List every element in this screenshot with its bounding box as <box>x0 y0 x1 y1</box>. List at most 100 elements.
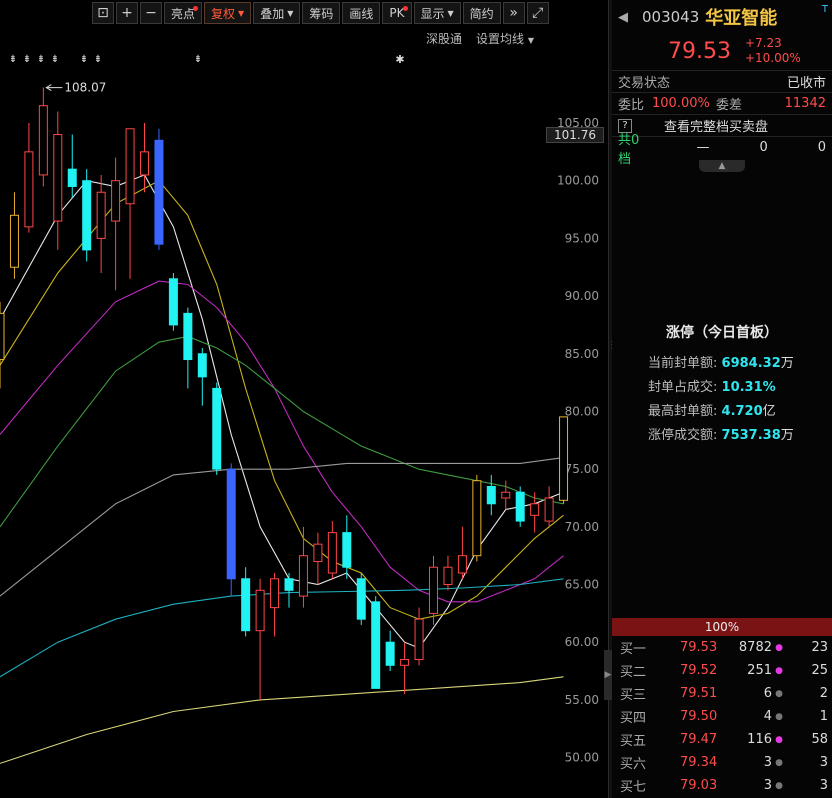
y-tick-label: 100.00 <box>557 174 599 188</box>
candle[interactable] <box>400 642 410 695</box>
candle[interactable] <box>53 111 63 250</box>
overlay-button[interactable]: 叠加 ▼ <box>253 2 301 24</box>
dot-icon: ● <box>775 642 783 653</box>
kline-chart[interactable]: 105.00100.0095.0090.0085.0080.0075.0070.… <box>0 0 608 798</box>
candle-body <box>212 387 222 470</box>
bid-row[interactable]: 买七 79.03 3 ● 3 <box>612 774 832 797</box>
candle[interactable] <box>38 87 48 187</box>
candle-body <box>414 618 424 661</box>
candle-body <box>96 191 106 239</box>
candle[interactable] <box>342 515 352 579</box>
candle[interactable] <box>501 480 511 510</box>
candle[interactable] <box>111 157 121 291</box>
bid-row[interactable]: 买二 79.52 251 ● 25 <box>612 659 832 682</box>
candle-body <box>183 312 193 361</box>
price-change-pct: +10.00% <box>744 51 801 65</box>
candle-body <box>515 491 525 522</box>
ma-line <box>0 676 564 764</box>
fullscreen-icon[interactable]: ⤢ <box>526 2 549 24</box>
full-book-link[interactable]: 查看完整档买卖盘 <box>664 116 768 135</box>
candle[interactable] <box>371 596 381 689</box>
candle[interactable] <box>82 169 92 262</box>
bid-row[interactable]: 买一 79.53 8782 ● 23 <box>612 636 832 659</box>
simple-button[interactable]: 简约 <box>462 2 501 24</box>
candle[interactable] <box>197 348 207 406</box>
bid-price: 79.03 <box>680 778 718 793</box>
candle[interactable] <box>385 630 395 672</box>
candle[interactable] <box>0 301 5 389</box>
bid-row[interactable]: 买四 79.50 4 ● 1 <box>612 705 832 728</box>
candle[interactable] <box>168 273 178 331</box>
bid-price: 79.53 <box>680 640 718 655</box>
candle[interactable] <box>356 573 366 625</box>
total-levels-label: 共0档 <box>618 132 640 167</box>
quote-panel: ◀ 003043 华亚智能 T 79.53 +7.23 +10.00% 交易状态… <box>612 0 832 798</box>
candle[interactable] <box>140 123 149 193</box>
candle-body <box>270 578 280 609</box>
chips-button[interactable]: 筹码 <box>302 2 341 24</box>
bid-row[interactable]: 买六 79.34 3 ● 3 <box>612 751 832 774</box>
candle[interactable] <box>241 567 251 637</box>
candle-body <box>313 543 323 562</box>
event-marker-icon: ⇟ <box>23 54 31 65</box>
bid-ratio-label: 委比 <box>618 98 645 113</box>
highlight-button[interactable]: 亮点 <box>164 2 203 24</box>
expand-up-icon[interactable]: ▲ <box>699 160 745 172</box>
candle-body <box>472 480 482 557</box>
display-button[interactable]: 显示 ▼ <box>413 2 461 24</box>
candle[interactable] <box>298 526 308 608</box>
candle[interactable] <box>284 573 294 608</box>
candle[interactable] <box>559 416 569 504</box>
bid-price: 79.52 <box>680 663 718 678</box>
lock-icon[interactable]: ⊡ <box>92 2 114 24</box>
bid-volume: 4 <box>763 709 772 724</box>
candle[interactable] <box>255 578 265 700</box>
candle[interactable] <box>183 307 193 389</box>
candle-body <box>443 566 453 586</box>
candle[interactable] <box>67 134 77 198</box>
draw-line-button[interactable]: 画线 <box>342 2 381 24</box>
candle[interactable] <box>154 128 164 250</box>
prev-stock-icon[interactable]: ◀ <box>618 10 628 25</box>
zoom-out-icon[interactable]: − <box>140 2 162 24</box>
limit-row: 涨停成交额: 7537.38万 <box>648 428 794 443</box>
candle[interactable] <box>486 474 496 516</box>
candle[interactable] <box>429 555 438 625</box>
y-tick-label: 55.00 <box>565 693 599 707</box>
ma-setting-link[interactable]: 设置均线 ▼ <box>476 30 534 47</box>
candle-body <box>140 151 149 176</box>
price-change: +7.23 <box>744 36 782 50</box>
zoom-in-icon[interactable]: + <box>116 2 138 24</box>
collapse-arrow-icon[interactable]: ▶ <box>604 650 612 700</box>
candle[interactable] <box>125 128 135 279</box>
candle[interactable] <box>443 555 453 591</box>
candle[interactable] <box>515 486 525 527</box>
restore-rights-button[interactable]: 复权 ▼ <box>204 2 252 24</box>
bid-order-count: 3 <box>819 778 828 793</box>
kline-chart-pane[interactable]: 105.00 100.00 95.00 90.00 85.00 80.00 75.00 70.… <box>0 0 610 798</box>
total-dash: — <box>696 140 710 155</box>
candle[interactable] <box>24 123 34 233</box>
candle[interactable] <box>544 486 554 527</box>
candle[interactable] <box>327 521 337 579</box>
dot-icon: ● <box>775 688 783 699</box>
shengu-tong-link[interactable]: 深股通 <box>426 30 462 47</box>
bid-order-count: 1 <box>819 709 828 724</box>
candle[interactable] <box>472 474 482 562</box>
bid-row[interactable]: 买三 79.51 6 ● 2 <box>612 682 832 705</box>
bid-diff-value: 11342 <box>784 96 826 111</box>
candle[interactable] <box>96 174 106 273</box>
pk-button[interactable]: PK <box>382 2 412 24</box>
candle[interactable] <box>226 463 236 597</box>
candle[interactable] <box>212 382 222 475</box>
fast-forward-icon[interactable]: » <box>502 2 525 24</box>
candle-body <box>356 578 366 620</box>
candle[interactable] <box>313 532 323 585</box>
candle[interactable] <box>457 526 467 579</box>
candle[interactable] <box>414 607 424 666</box>
candle[interactable] <box>9 192 19 279</box>
bid-order-count: 23 <box>811 640 828 655</box>
candle[interactable] <box>270 573 280 637</box>
bid-row[interactable]: 买五 79.47 116 ● 58 <box>612 728 832 751</box>
dot-icon: ● <box>775 665 783 676</box>
